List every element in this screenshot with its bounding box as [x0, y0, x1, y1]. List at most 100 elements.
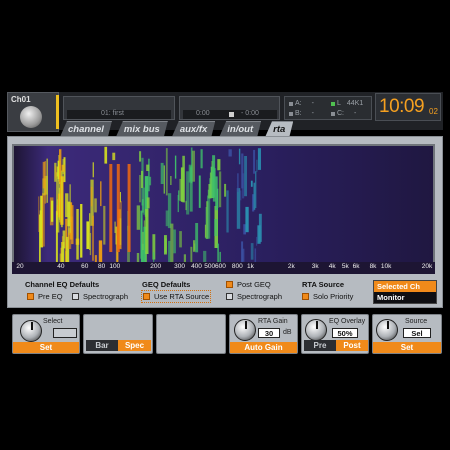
spec-mode-button[interactable]: Spec: [118, 340, 151, 351]
axis-tick-label: 80: [98, 263, 106, 270]
usb-c-label: C:: [337, 110, 344, 117]
sample-rate: 44K1: [346, 100, 364, 107]
axis-tick-label: 40: [57, 263, 65, 270]
spectrogram-streak: [143, 187, 145, 215]
spectrogram-streak: [224, 183, 227, 197]
encoder-rta-gain[interactable]: RTA Gain 30 dB Auto Gain: [229, 314, 298, 354]
post-button[interactable]: Post: [336, 340, 368, 351]
status-dot-icon: [331, 101, 335, 106]
pre-eq-checkbox[interactable]: [27, 293, 34, 300]
spectrogram-streak: [139, 151, 142, 162]
tab-aux-fx[interactable]: aux/fx: [172, 121, 215, 137]
usb-a-label: A:: [295, 100, 302, 107]
status-dot-icon: [289, 101, 293, 106]
pre-eq-label: Pre EQ: [38, 292, 63, 301]
axis-tick-label: 800: [231, 263, 243, 270]
spectrogram-streak: [46, 158, 48, 203]
solo-priority-option[interactable]: Solo Priority: [302, 292, 353, 301]
auto-gain-button[interactable]: Auto Gain: [230, 342, 297, 353]
pre-button[interactable]: Pre: [304, 340, 336, 351]
tab-mix-bus[interactable]: mix bus: [116, 121, 168, 137]
spectrogram-streak: [244, 156, 247, 197]
spectrogram-streak: [253, 149, 256, 174]
spectrogram-streak: [65, 193, 69, 218]
encoder-select[interactable]: Select Set: [12, 314, 80, 354]
spectrogram-streak: [55, 166, 57, 179]
clock-time: 10:09: [379, 96, 425, 117]
spectrogram-streak: [42, 161, 45, 189]
spectrogram-streak: [174, 155, 177, 179]
select-knob-icon[interactable]: [20, 320, 42, 342]
spectrograph-checkbox-1[interactable]: [72, 293, 79, 300]
source-knob-icon[interactable]: [376, 319, 398, 341]
spectrogram-streak: [236, 188, 241, 229]
monitor-option[interactable]: Monitor: [374, 292, 436, 303]
spectrograph-checkbox-2[interactable]: [226, 293, 233, 300]
encoder-display-mode[interactable]: Bar Spec: [83, 314, 153, 354]
spectrogram-streak: [214, 219, 218, 236]
eq-overlay-knob-icon[interactable]: [305, 319, 327, 341]
axis-tick-label: 200: [150, 263, 162, 270]
spectrogram-peak: [109, 164, 113, 252]
spectrograph-canvas: [14, 146, 433, 269]
spectrograph-label-2: Spectrograph: [237, 292, 283, 301]
recorder-timer[interactable]: 0:00 - 0:00: [179, 96, 280, 120]
rta-gain-knob-icon[interactable]: [234, 319, 256, 341]
selected-ch-option[interactable]: Selected Ch: [374, 281, 436, 292]
encoder-eq-overlay[interactable]: EQ Overlay 50% Pre Post: [301, 314, 369, 354]
set-button-2[interactable]: Set: [373, 342, 441, 353]
spectrogram-streak: [256, 236, 258, 246]
axis-tick-label: 300: [174, 263, 185, 270]
spectrogram-streak: [241, 153, 244, 189]
select-value: [53, 328, 77, 338]
spectrogram-streak: [90, 186, 93, 207]
spectrogram-streak: [177, 195, 179, 213]
spectrogram-streak: [204, 224, 206, 238]
axis-tick-label: 1k: [247, 263, 254, 270]
axis-tick-label: 100: [109, 263, 121, 270]
spectrogram-streak: [165, 238, 167, 253]
spectrogram-peak: [116, 164, 120, 252]
usb-b-label: B:: [295, 110, 302, 117]
axis-tick-label: 5k: [341, 263, 349, 270]
channel-box[interactable]: Ch01: [7, 92, 59, 132]
tab-channel[interactable]: channel: [60, 121, 112, 137]
spectrogram-streak: [189, 166, 193, 212]
spectrograph-label-1: Spectrograph: [83, 292, 129, 301]
spectrogram-streak: [182, 155, 185, 203]
spectrogram-streak: [226, 190, 229, 233]
post-geq-checkbox[interactable]: [226, 281, 233, 288]
time-remaining: - 0:00: [241, 110, 259, 117]
spectrograph-option-1[interactable]: Spectrograph: [72, 292, 128, 301]
spectrogram-streak: [241, 248, 245, 262]
clock-display: 10:09 02: [375, 93, 441, 121]
usb-b-value: -: [311, 110, 314, 117]
spectrogram-streak: [60, 170, 63, 228]
status-dot-icon: [331, 111, 335, 116]
axis-tick-label: 3k: [311, 263, 319, 270]
bar-mode-button[interactable]: Bar: [86, 340, 118, 351]
use-rta-source-checkbox[interactable]: [143, 293, 150, 300]
usb-c-row: C: -: [331, 110, 356, 117]
solo-priority-checkbox[interactable]: [302, 293, 309, 300]
spectrogram-streak: [207, 195, 211, 239]
spectrogram-streak: [216, 188, 219, 208]
axis-tick-label: 60: [81, 263, 89, 270]
spectrograph-display: [12, 144, 435, 271]
set-button-1[interactable]: Set: [13, 342, 79, 353]
use-rta-source-option[interactable]: Use RTA Source: [140, 290, 212, 303]
usb-l-row: L 44K1: [331, 100, 363, 107]
encoder-source[interactable]: Source Sel Set: [372, 314, 442, 354]
spectrogram-streak: [212, 155, 216, 198]
scene-display[interactable]: 01: first: [63, 96, 175, 120]
spectrograph-option-2[interactable]: Spectrograph: [226, 292, 282, 301]
tab-in-out[interactable]: in/out: [219, 121, 261, 137]
pre-eq-option[interactable]: Pre EQ: [27, 292, 63, 301]
post-geq-option[interactable]: Post GEQ: [226, 280, 271, 289]
rta-source-selector[interactable]: Selected Ch Monitor: [373, 280, 437, 304]
spectrogram-streak: [170, 223, 174, 264]
usb-b-row: B: -: [289, 110, 314, 117]
spectrogram-streak: [136, 205, 140, 230]
tab-bar: channel mix bus aux/fx in/out rta: [60, 121, 293, 137]
tab-rta[interactable]: rta: [265, 121, 293, 137]
